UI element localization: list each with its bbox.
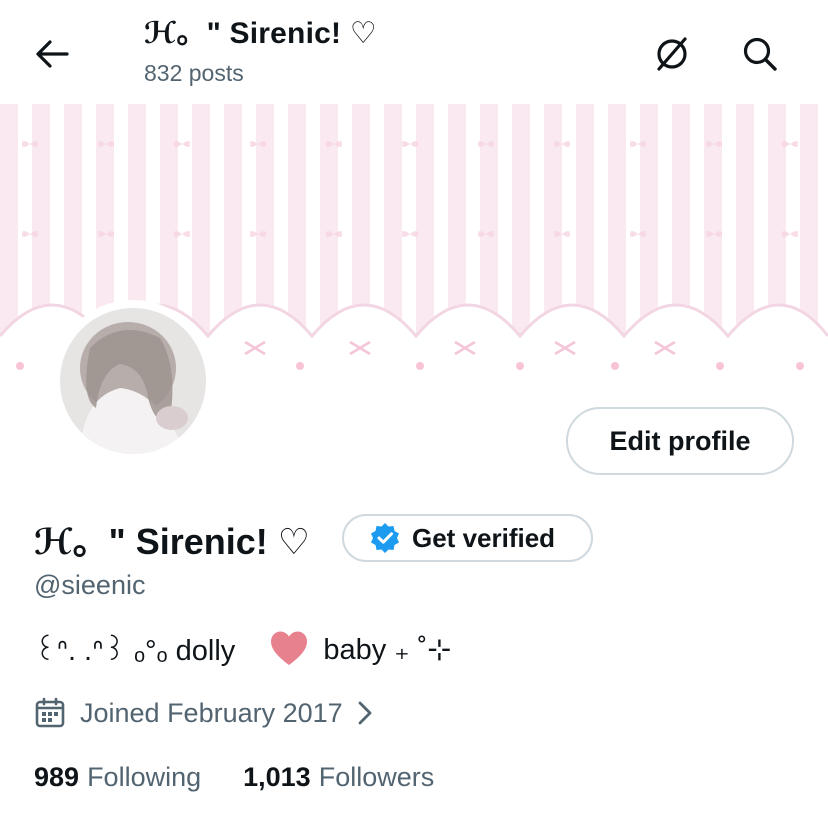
bio-part-2: baby ₊ ˚⊹ — [323, 633, 452, 666]
profile-bio: ꒰ᐢ. .ᐢ꒱ ₒ°ₒ dolly baby ₊ ˚⊹ — [34, 625, 452, 673]
translate-button[interactable] — [648, 30, 696, 78]
name-row: ℋ。" Sirenic! ♡ — [34, 512, 310, 566]
bio-part-1: ꒰ᐢ. .ᐢ꒱ ₒ°ₒ dolly — [34, 635, 236, 667]
following-label: Following — [87, 761, 202, 792]
following-count: 989 — [34, 761, 80, 792]
joined-date[interactable]: Joined February 2017 — [34, 693, 377, 733]
search-button[interactable] — [736, 30, 784, 78]
post-count: 832 posts — [144, 60, 244, 86]
back-button[interactable] — [28, 30, 76, 78]
joined-label: Joined February 2017 — [80, 697, 343, 728]
edit-profile-button[interactable]: Edit profile — [566, 407, 794, 475]
translate-icon — [657, 37, 687, 71]
avatar-image — [60, 308, 206, 454]
search-icon — [743, 37, 777, 71]
calendar-icon — [34, 697, 66, 729]
heart-icon — [269, 629, 309, 669]
arrow-left-icon — [36, 40, 69, 68]
follow-stats: 989 Following 1,013 Followers — [34, 757, 476, 797]
followers-link[interactable]: 1,013 Followers — [243, 762, 434, 793]
following-link[interactable]: 989 Following — [34, 762, 201, 793]
header-text: ℋ。" Sirenic! ♡ 832 posts — [144, 14, 377, 88]
header-title: ℋ。" Sirenic! ♡ — [144, 17, 377, 50]
get-verified-label: Get verified — [412, 522, 556, 553]
followers-count: 1,013 — [243, 761, 311, 792]
user-handle: @sieenic — [34, 570, 146, 600]
get-verified-button[interactable]: Get verified — [342, 514, 593, 562]
followers-label: Followers — [318, 761, 435, 792]
display-name: ℋ。" Sirenic! ♡ — [34, 521, 311, 562]
profile-header: ℋ。" Sirenic! ♡ 832 posts — [0, 0, 828, 104]
verified-badge-icon — [370, 523, 400, 553]
chevron-right-icon — [353, 698, 377, 728]
avatar[interactable] — [52, 300, 214, 462]
